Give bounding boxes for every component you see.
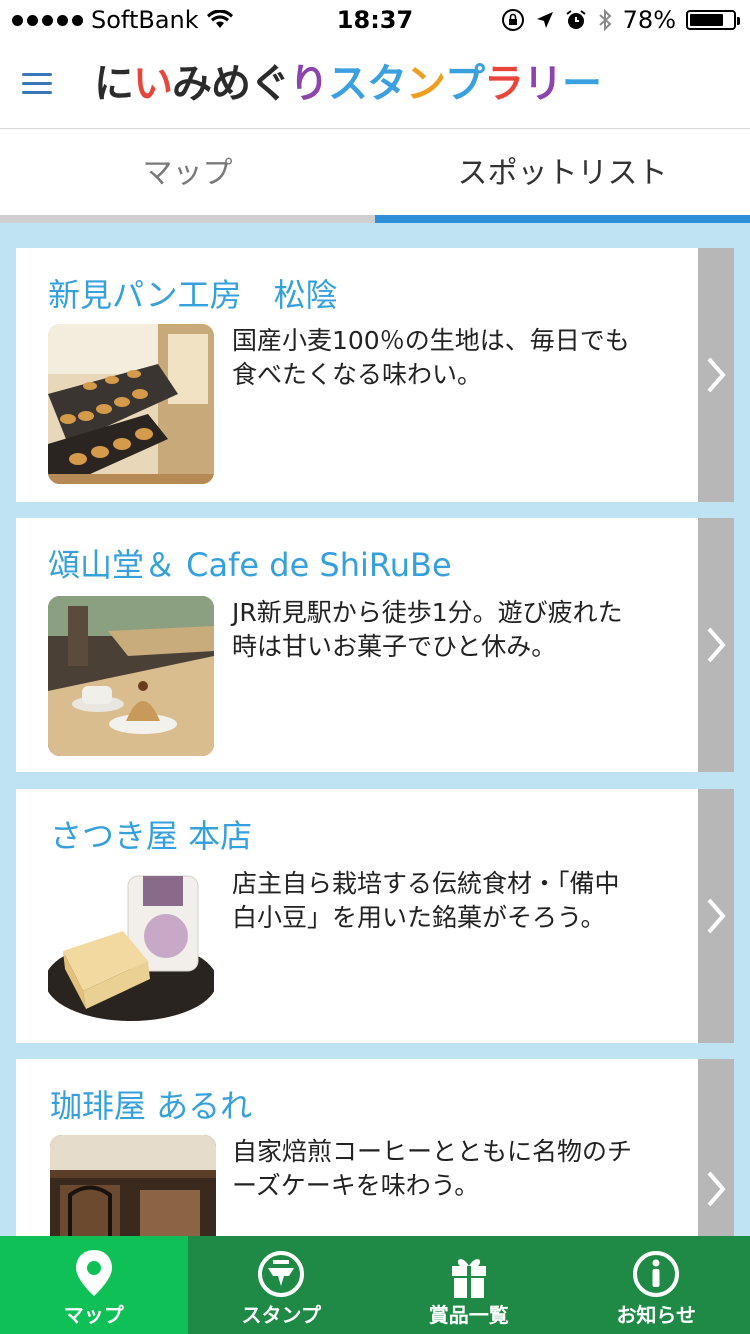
spot-card[interactable]: さつき屋 本店 店主自ら栽培する伝統食材・「備中白小豆」を用いた銘菓がそろう。 [16,789,734,1043]
spot-card[interactable]: 珈琲屋 あるれ 自家焙煎コーヒーとともに名物のチーズケーキを味わう。 [16,1059,734,1239]
tab-underline-inactive [0,215,375,223]
spot-card[interactable]: 新見パン工房 松陰 国産小麦100％の生地は、毎日でも食べたくなる味わい。 [16,248,734,502]
cafe-photo [48,596,214,756]
chevron-right-icon[interactable] [698,1059,734,1239]
nav-label: お知らせ [616,1303,697,1327]
info-icon [633,1251,680,1297]
logo-char: リ [523,61,563,107]
chevron-right-icon[interactable] [698,248,734,502]
nav-prizes[interactable]: 賞品一覧 [375,1236,563,1334]
nav-stamp[interactable]: スタンプ [188,1236,376,1334]
coffee-shop-photo [50,1135,216,1239]
battery-icon [686,10,740,30]
spot-title: 珈琲屋 あるれ [50,1087,253,1125]
location-arrow-icon [536,12,553,28]
logo-char: み [172,61,212,107]
nav-label: 賞品一覧 [428,1303,509,1327]
tab-map[interactable]: マップ [0,129,375,215]
sweets-photo [48,871,214,1031]
spot-title: さつき屋 本店 [50,817,253,855]
tab-spot-list[interactable]: スポットリスト [375,129,750,215]
logo-char: め [211,61,251,107]
app-logo: にいみめぐりスタンプラリー [94,60,602,108]
logo-char: プ [445,61,485,107]
bluetooth-icon [598,8,612,32]
spot-description: JR新見駅から徒歩1分。遊び疲れた時は甘いお菓子でひと休み。 [232,598,623,661]
logo-char: ラ [484,61,524,107]
nav-news[interactable]: お知らせ [563,1236,750,1334]
logo-char: に [94,61,134,107]
spot-title: 頌山堂＆ Cafe de ShiRuBe [48,546,452,584]
spot-card[interactable]: 頌山堂＆ Cafe de ShiRuBe JR新見駅から徒歩1分。遊び疲れた時は… [16,518,734,772]
stamp-icon [258,1251,305,1297]
spot-description: 自家焙煎コーヒーとともに名物のチーズケーキを味わう。 [232,1137,633,1200]
logo-char: り [289,61,329,107]
map-pin-icon [75,1250,112,1296]
alarm-icon [566,10,586,29]
nav-map[interactable]: マップ [0,1236,188,1334]
tab-bar: マップ スポットリスト [0,129,750,223]
logo-char: ー [562,61,602,107]
battery-percent: 78% [622,6,676,34]
spot-description: 国産小麦100％の生地は、毎日でも食べたくなる味わい。 [232,326,630,389]
rotation-lock-icon [501,9,524,31]
chevron-right-icon[interactable] [698,518,734,772]
menu-icon[interactable] [22,73,52,95]
nav-label: スタンプ [241,1303,321,1327]
logo-char: ぐ [250,61,290,107]
spot-description: 店主自ら栽培する伝統食材・「備中白小豆」を用いた銘菓がそろう。 [232,869,620,932]
app-header: にいみめぐりスタンプラリー [0,40,750,129]
nav-label: マップ [63,1303,124,1327]
logo-char: い [133,61,173,107]
gift-icon [451,1259,486,1298]
bottom-navigation: マップ スタンプ 賞品一覧 お知らせ [0,1236,750,1334]
spot-title: 新見パン工房 松陰 [48,276,338,314]
logo-char: ン [406,61,446,107]
bakery-photo [48,324,214,484]
logo-char: ス [328,61,368,107]
logo-char: タ [367,61,407,107]
tab-underline-active [375,215,750,223]
chevron-right-icon[interactable] [698,789,734,1043]
status-bar: SoftBank 18:37 78% [0,0,750,40]
